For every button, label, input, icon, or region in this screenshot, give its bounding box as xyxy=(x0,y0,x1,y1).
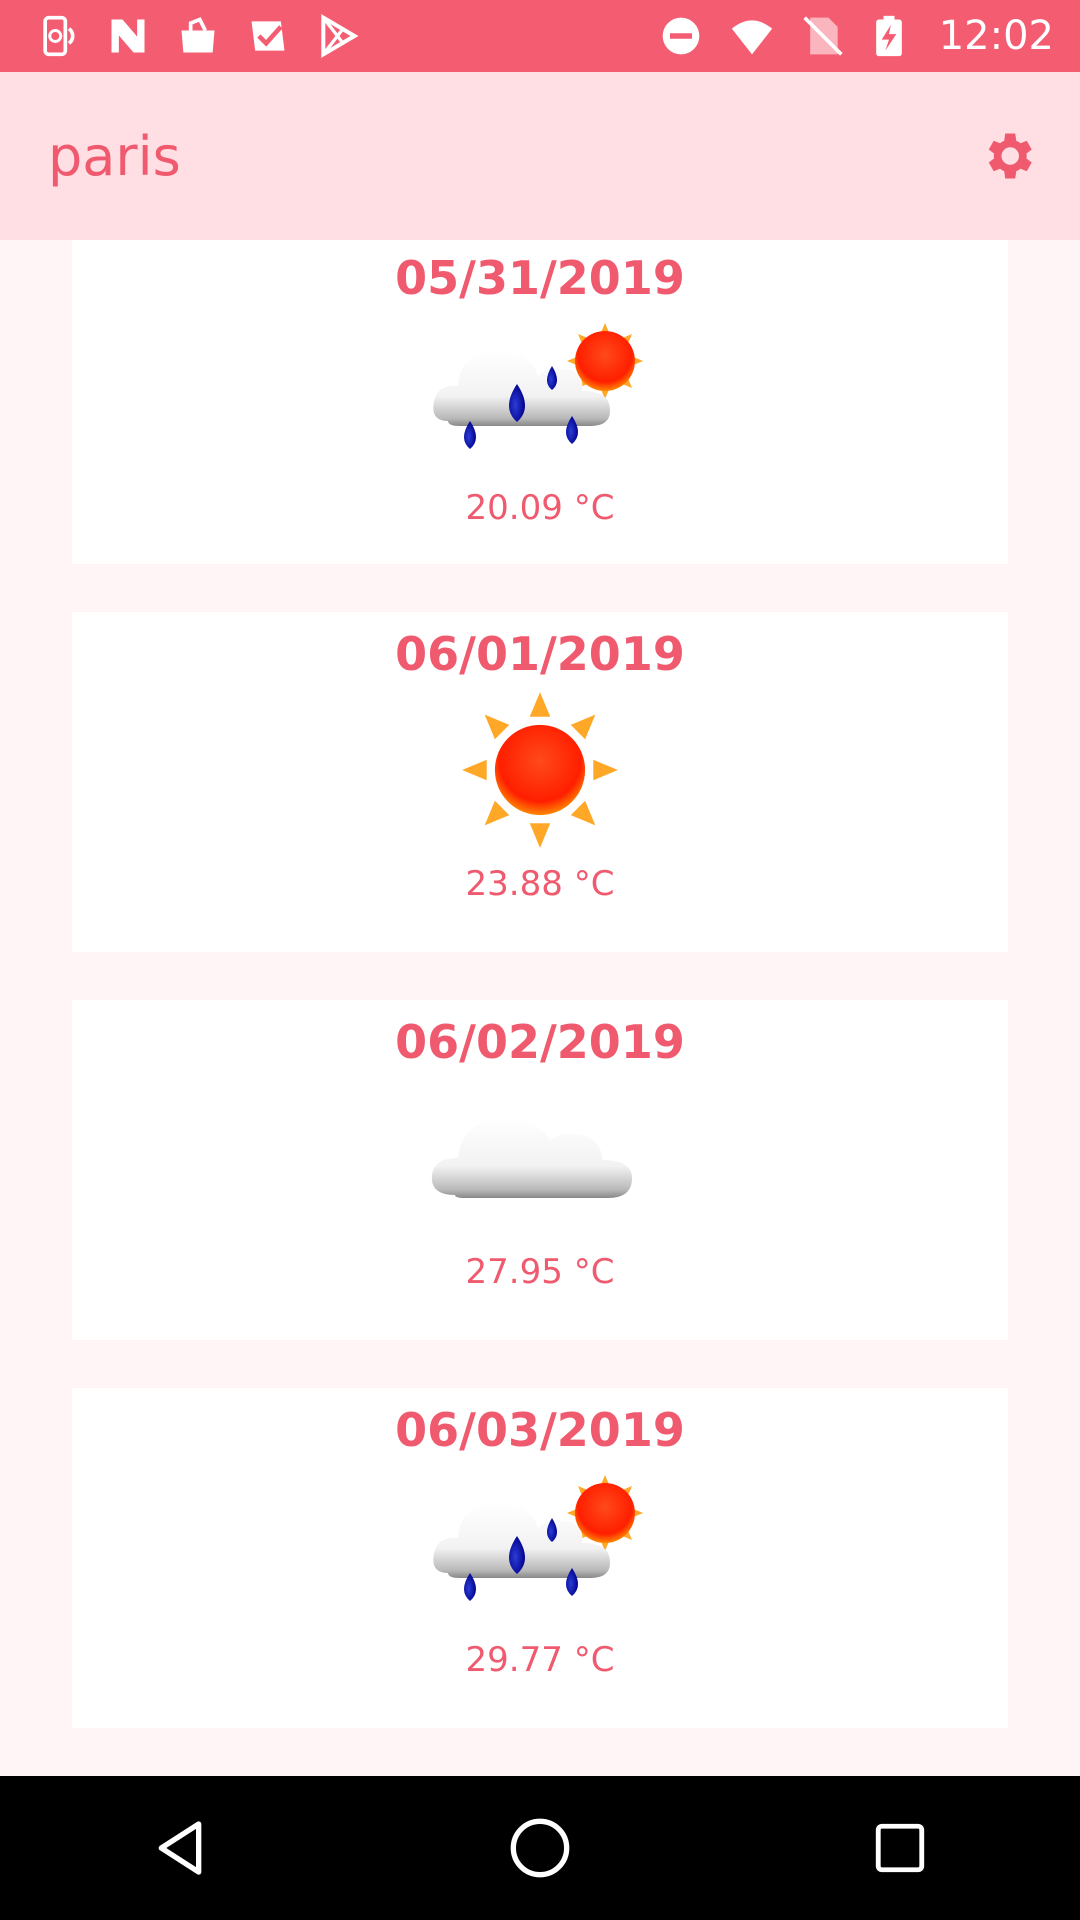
forecast-card[interactable]: 06/01/2019 23.88 °C xyxy=(72,612,1008,952)
navigation-bar xyxy=(0,1776,1080,1920)
battery-charging-icon xyxy=(875,15,902,57)
forecast-temperature: 20.09 °C xyxy=(465,488,615,528)
check-mail-icon xyxy=(251,21,285,51)
forecast-list[interactable]: 05/31/2019 20.09 °C 06/01/2019 23.88 °C … xyxy=(0,240,1080,1776)
forecast-temperature: 23.88 °C xyxy=(465,864,615,904)
status-clock: 12:02 xyxy=(938,13,1054,59)
settings-button[interactable] xyxy=(976,124,1040,188)
home-circle-icon xyxy=(510,1818,570,1878)
no-sim-icon xyxy=(803,16,843,56)
rain-sun-icon xyxy=(433,323,643,449)
play-store-icon xyxy=(321,14,359,58)
phone-sync-icon xyxy=(43,15,75,57)
page-title: paris xyxy=(48,124,181,188)
system-icons: 12:02 xyxy=(659,13,1080,59)
rain-sun-icon xyxy=(433,1475,643,1601)
cloud-icon xyxy=(431,1117,632,1198)
status-bar: 12:02 xyxy=(0,0,1080,72)
gear-icon xyxy=(988,133,1032,179)
forecast-temperature: 27.95 °C xyxy=(465,1252,615,1292)
app-bar: paris xyxy=(0,72,1080,240)
recents-button[interactable] xyxy=(840,1788,960,1908)
bag-icon xyxy=(181,17,215,53)
forecast-card[interactable]: 06/02/2019 27.95 °C xyxy=(72,1000,1008,1340)
notification-icons xyxy=(0,14,360,58)
do-not-disturb-icon xyxy=(662,17,700,55)
n-logo-icon xyxy=(111,19,145,53)
forecast-date: 06/01/2019 xyxy=(395,627,685,681)
back-triangle-icon xyxy=(158,1821,202,1875)
forecast-card[interactable]: 06/03/2019 29.77 °C xyxy=(72,1388,1008,1728)
forecast-card[interactable]: 05/31/2019 20.09 °C xyxy=(72,240,1008,564)
sun-icon xyxy=(462,692,618,848)
forecast-date: 06/03/2019 xyxy=(395,1403,685,1457)
recents-square-icon xyxy=(875,1823,925,1873)
home-button[interactable] xyxy=(480,1788,600,1908)
forecast-date: 06/02/2019 xyxy=(395,1015,685,1069)
back-button[interactable] xyxy=(120,1788,240,1908)
wifi-icon xyxy=(731,20,772,55)
forecast-temperature: 29.77 °C xyxy=(465,1640,615,1680)
forecast-date: 05/31/2019 xyxy=(395,251,685,305)
